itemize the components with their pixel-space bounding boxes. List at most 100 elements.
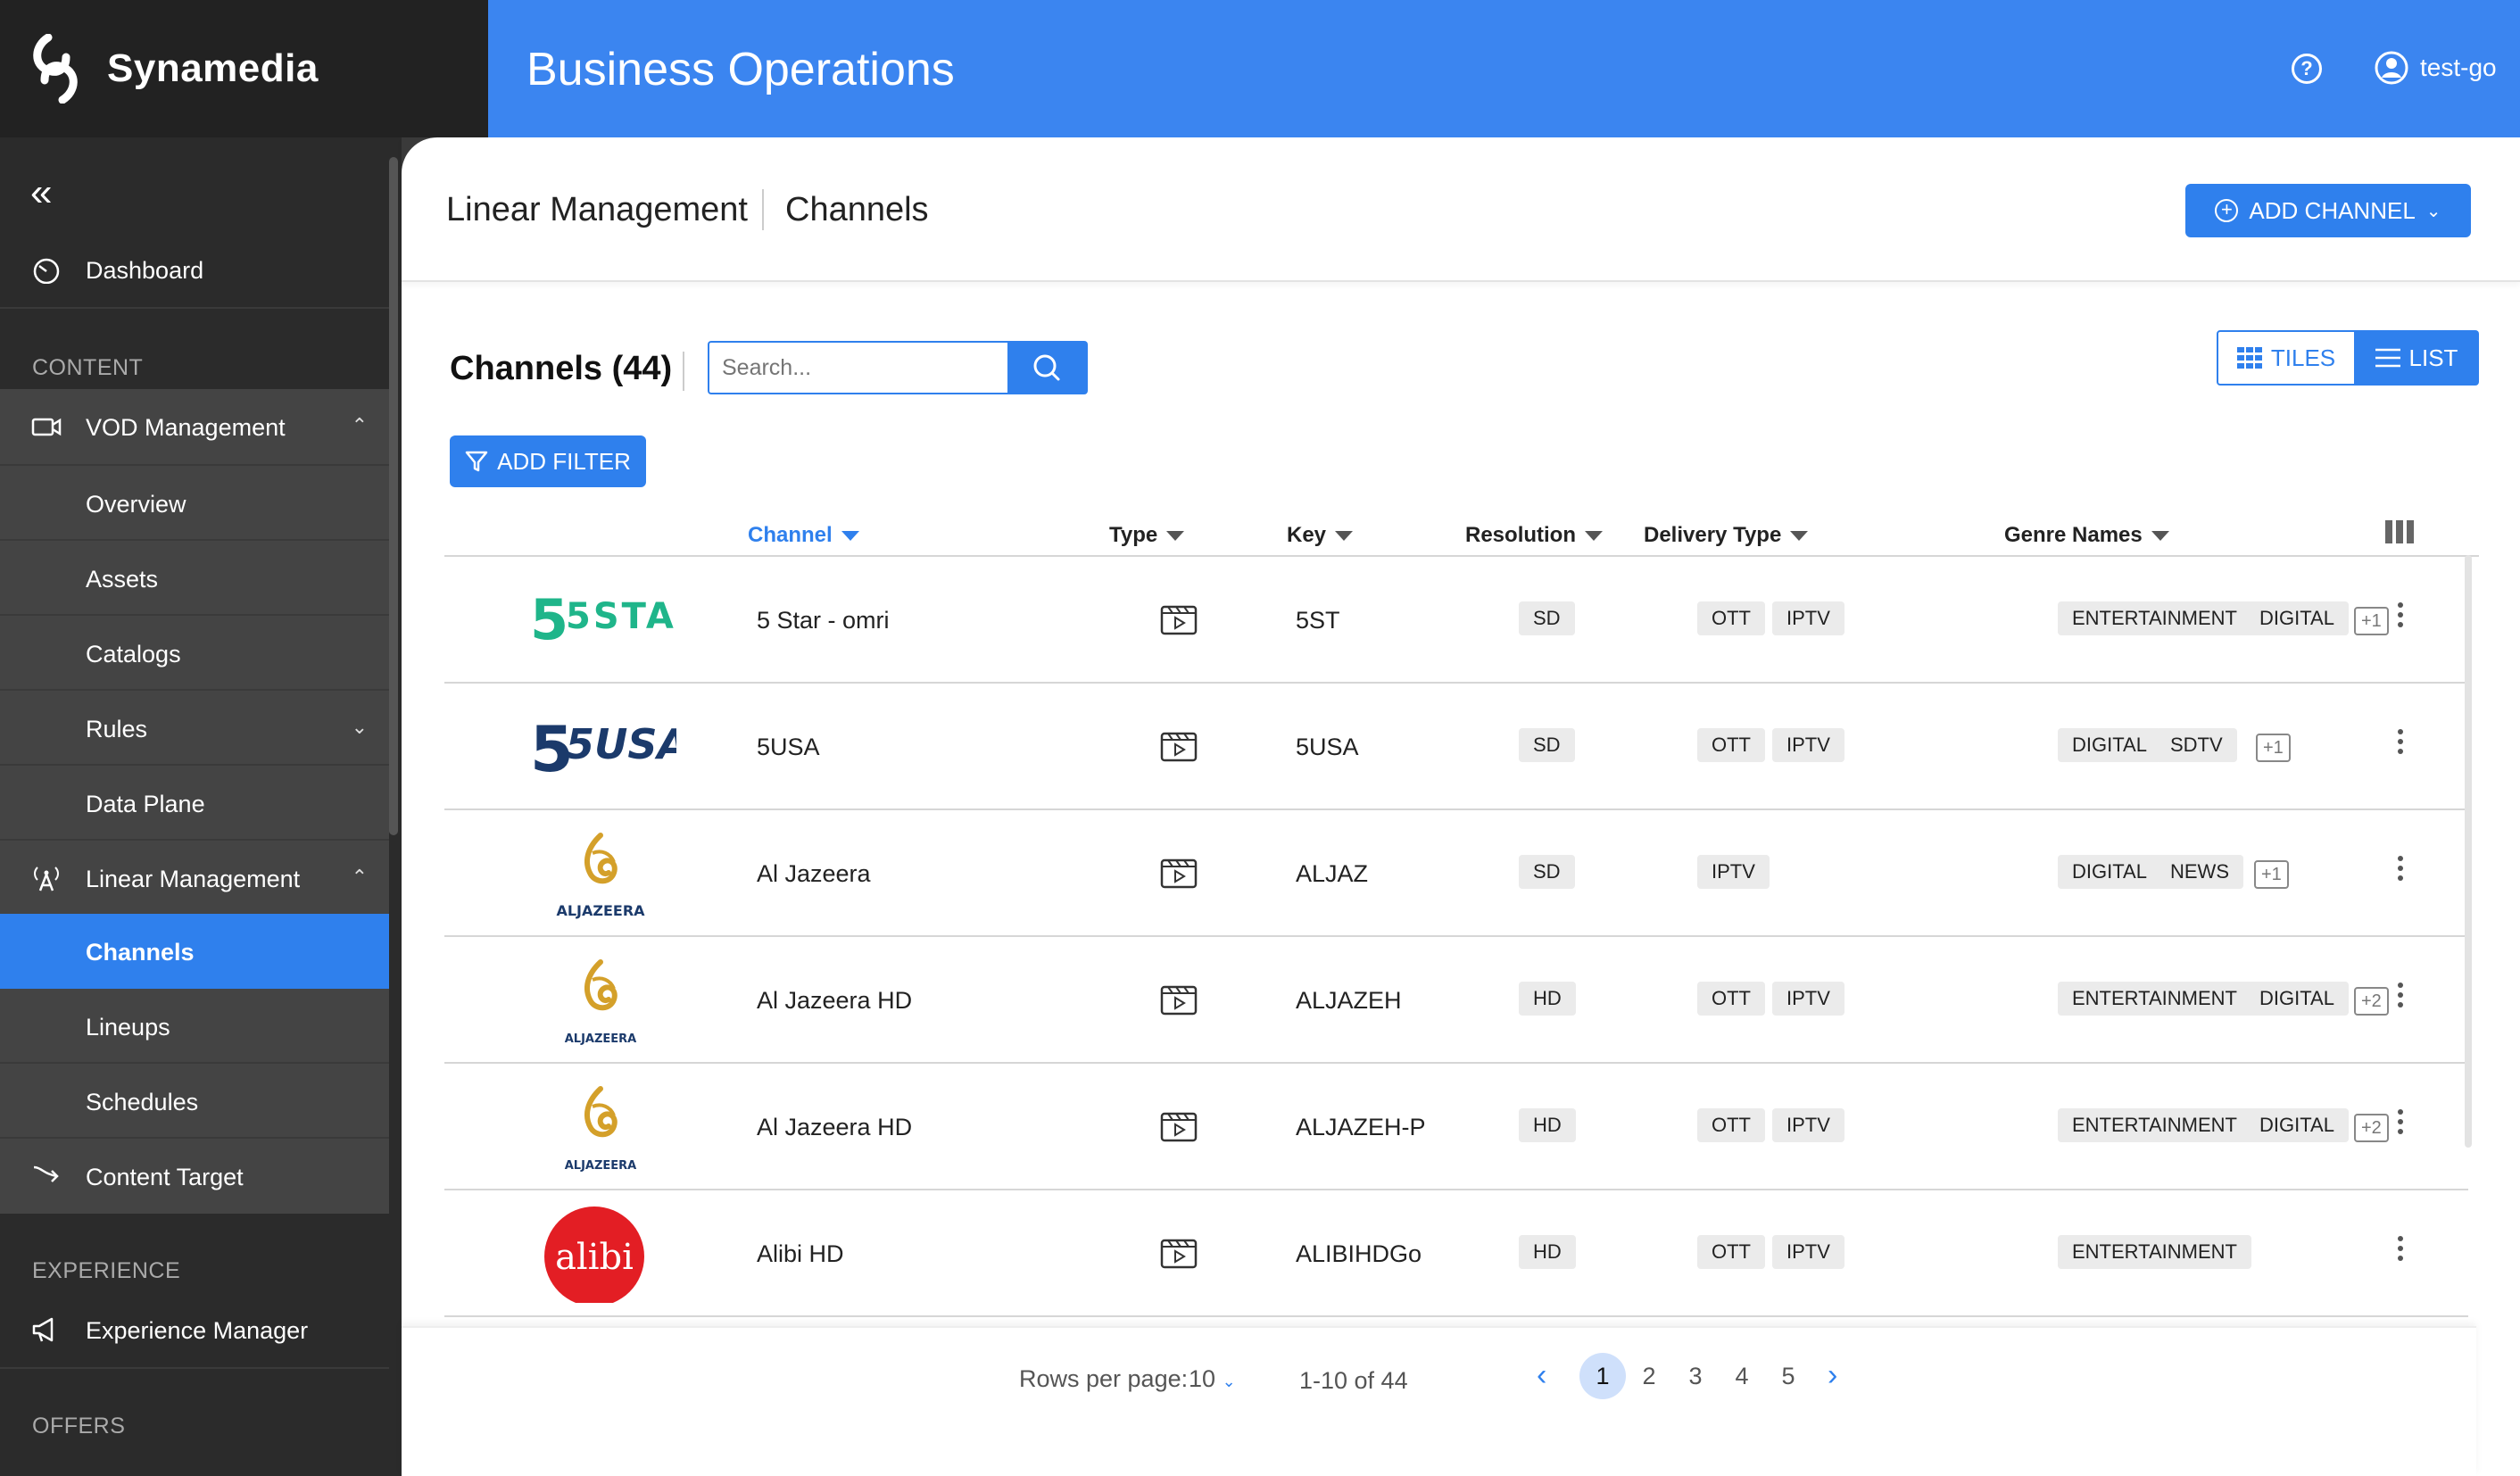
sidebar-item-label: Experience Manager xyxy=(86,1317,309,1344)
chevron-up-icon: ⌃ xyxy=(351,414,368,436)
column-header-channel[interactable]: Channel xyxy=(748,523,859,548)
search-input[interactable] xyxy=(708,341,1007,394)
sidebar-item-schedules[interactable]: Schedules xyxy=(0,1064,389,1139)
column-header-genre-names[interactable]: Genre Names xyxy=(2004,523,2169,548)
prev-page-icon[interactable]: ‹ xyxy=(1537,1358,1546,1393)
column-header-delivery-type[interactable]: Delivery Type xyxy=(1644,523,1809,548)
more-genres-badge[interactable]: +1 xyxy=(2354,607,2389,635)
page-2[interactable]: 2 xyxy=(1626,1353,1672,1399)
aljazeera-logo: ALJAZEERA xyxy=(565,1086,637,1173)
genre-chip: NEWS xyxy=(2156,855,2243,889)
rows-per-page-value: 10 xyxy=(1189,1365,1216,1392)
breadcrumb-current: Channels xyxy=(785,191,929,228)
rows-per-page-select[interactable]: 10 ⌄ xyxy=(1189,1365,1236,1393)
page-5[interactable]: 5 xyxy=(1765,1353,1811,1399)
genre-chip: DIGITAL xyxy=(2058,728,2161,762)
section-content: CONTENT xyxy=(32,355,144,380)
column-selector-icon[interactable] xyxy=(2384,519,2415,544)
sidebar-item-dashboard[interactable]: Dashboard xyxy=(0,232,389,307)
row-menu-icon[interactable] xyxy=(2392,851,2409,896)
sidebar-scrollbar[interactable] xyxy=(389,157,398,835)
video-type-icon xyxy=(1160,858,1198,889)
breadcrumb-parent[interactable]: Linear Management xyxy=(446,191,748,229)
page-1[interactable]: 1 xyxy=(1579,1353,1626,1399)
sidebar-item-overview[interactable]: Overview xyxy=(0,466,389,541)
five-star-logo: 5 5STAR xyxy=(530,587,676,652)
brand-name: Synamedia xyxy=(107,46,319,90)
sidebar-item-lineups[interactable]: Lineups xyxy=(0,989,389,1064)
column-header-type[interactable]: Type xyxy=(1109,523,1185,548)
row-menu-icon[interactable] xyxy=(2392,978,2409,1023)
column-header-resolution[interactable]: Resolution xyxy=(1465,523,1603,548)
delivery-chip: OTT xyxy=(1697,1235,1765,1269)
aljazeera-logo: ALJAZEERA xyxy=(565,959,636,1046)
more-genres-badge[interactable]: +1 xyxy=(2254,860,2289,889)
add-channel-button[interactable]: + ADD CHANNEL ⌄ xyxy=(2185,184,2471,237)
aljazeera-logo-text: ALJAZEERA xyxy=(565,1159,637,1173)
collapse-sidebar-icon[interactable]: « xyxy=(30,173,52,212)
genre-chip: ENTERTAINMENT xyxy=(2058,1108,2251,1142)
row-menu-icon[interactable] xyxy=(2392,1105,2409,1149)
sidebar-item-linear[interactable]: Linear Management ⌃ xyxy=(0,841,389,916)
user-name[interactable]: test-go xyxy=(2420,54,2497,82)
channel-name[interactable]: 5 Star - omri xyxy=(757,607,890,634)
table-scrollbar[interactable] xyxy=(2465,555,2472,1148)
more-genres-badge[interactable]: +1 xyxy=(2256,734,2291,762)
app-title: Business Operations xyxy=(526,44,955,95)
section-offers: OFFERS xyxy=(32,1414,126,1439)
sidebar-item-data-plane[interactable]: Data Plane xyxy=(0,766,389,841)
channel-name[interactable]: Al Jazeera HD xyxy=(757,987,912,1015)
delivery-chip: OTT xyxy=(1697,982,1765,1016)
sidebar-item-label: VOD Management xyxy=(86,414,286,441)
channel-name[interactable]: 5USA xyxy=(757,734,820,761)
delivery-chip: IPTV xyxy=(1772,728,1844,762)
sidebar-item-label: Data Plane xyxy=(86,791,205,817)
delivery-chip: OTT xyxy=(1697,601,1765,635)
search-button[interactable] xyxy=(1007,341,1088,394)
aljazeera-logo: ALJAZEERA xyxy=(556,833,645,919)
table-row[interactable]: 5 5STAR 5 Star - omri 5ST SD OTT IPTV EN… xyxy=(444,557,2468,684)
channel-name[interactable]: Alibi HD xyxy=(757,1240,844,1268)
help-icon[interactable]: ? xyxy=(2292,54,2322,84)
sidebar-item-channels[interactable]: Channels xyxy=(0,914,389,989)
table-row[interactable]: ALJAZEERA Al Jazeera ALJAZ SD IPTV DIGIT… xyxy=(444,810,2468,937)
column-label: Genre Names xyxy=(2004,523,2143,547)
sidebar-item-vod[interactable]: VOD Management ⌃ xyxy=(0,389,389,464)
tiles-view-button[interactable]: TILES xyxy=(2217,330,2356,386)
row-menu-icon[interactable] xyxy=(2392,725,2409,769)
sidebar-item-assets[interactable]: Assets xyxy=(0,541,389,616)
section-experience: EXPERIENCE xyxy=(32,1258,181,1283)
sidebar-item-experience-manager[interactable]: Experience Manager xyxy=(0,1292,389,1367)
column-label: Type xyxy=(1109,523,1158,547)
breadcrumb-divider xyxy=(762,189,764,230)
channel-name[interactable]: Al Jazeera xyxy=(757,860,871,888)
more-genres-badge[interactable]: +2 xyxy=(2354,1114,2389,1142)
table-row[interactable]: 5 5USA 5USA 5USA SD OTT IPTV DIGITAL SDT… xyxy=(444,684,2468,810)
page-3[interactable]: 3 xyxy=(1672,1353,1719,1399)
sidebar-item-rules[interactable]: Rules ⌄ xyxy=(0,691,389,766)
column-header-key[interactable]: Key xyxy=(1287,523,1354,548)
next-page-icon[interactable]: › xyxy=(1828,1358,1837,1393)
more-genres-badge[interactable]: +2 xyxy=(2354,987,2389,1016)
table-row[interactable]: ALJAZEERA Al Jazeera HD ALJAZEH HD OTT I… xyxy=(444,937,2468,1064)
page-4[interactable]: 4 xyxy=(1719,1353,1765,1399)
user-avatar-icon[interactable] xyxy=(2374,50,2409,86)
row-menu-icon[interactable] xyxy=(2392,598,2409,643)
video-type-icon xyxy=(1160,605,1198,635)
sort-down-icon xyxy=(1790,530,1809,541)
resolution-chip: SD xyxy=(1519,601,1575,635)
sidebar-item-content-target[interactable]: Content Target xyxy=(0,1139,389,1214)
genre-chip: DIGITAL xyxy=(2245,601,2349,635)
row-menu-icon[interactable] xyxy=(2392,1231,2409,1276)
channel-name[interactable]: Al Jazeera HD xyxy=(757,1114,912,1141)
main-panel: Linear Management Channels + ADD CHANNEL… xyxy=(402,137,2520,1476)
table-row[interactable]: ALJAZEERA Al Jazeera HD ALJAZEH-P HD OTT… xyxy=(444,1064,2468,1190)
list-icon xyxy=(2375,348,2400,368)
sidebar-item-catalogs[interactable]: Catalogs xyxy=(0,616,389,691)
table-row[interactable]: alibi Alibi HD ALIBIHDGo HD OTT IPTV ENT… xyxy=(444,1190,2468,1317)
add-filter-button[interactable]: ADD FILTER xyxy=(450,435,646,487)
sidebar-item-label: Catalogs xyxy=(86,641,181,668)
list-view-button[interactable]: LIST xyxy=(2354,330,2479,386)
list-title: Channels (44) xyxy=(450,350,673,387)
genre-chip: SDTV xyxy=(2156,728,2237,762)
